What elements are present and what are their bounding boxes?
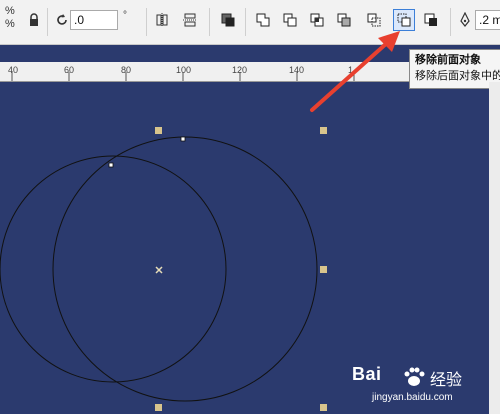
boundary-icon[interactable] — [421, 10, 441, 30]
separator — [146, 8, 147, 36]
tooltip-title: 移除前面对象 — [415, 54, 481, 66]
node-markers[interactable] — [108, 136, 186, 168]
separator — [47, 8, 48, 36]
center-marker-icon — [155, 266, 163, 274]
trim-icon[interactable] — [280, 10, 300, 30]
watermark-url: jingyan.baidu.com — [372, 392, 453, 403]
paw-icon — [404, 367, 425, 386]
mirror-vertical-icon[interactable] — [180, 10, 200, 30]
ruler-label: 140 — [289, 65, 305, 75]
outline-pen-icon — [455, 10, 475, 30]
degree-label: ° — [123, 10, 127, 21]
watermark-brand: Bai — [352, 364, 382, 384]
front-circle[interactable] — [52, 136, 318, 402]
separator — [245, 8, 246, 36]
weld-icon[interactable] — [253, 10, 273, 30]
tooltip-description: 移除后面对象中的 — [415, 70, 500, 82]
separator — [450, 8, 451, 36]
lock-ratio-icon[interactable] — [24, 10, 44, 30]
intersect-icon[interactable] — [307, 10, 327, 30]
combine-icon[interactable] — [218, 10, 238, 30]
back-circle[interactable] — [0, 155, 227, 383]
ruler-label: 100 — [176, 65, 192, 75]
ruler-label: 1 — [348, 65, 354, 75]
outline-width-input[interactable] — [475, 10, 500, 30]
ruler-label: 120 — [232, 65, 248, 75]
rotate-icon — [52, 10, 72, 30]
property-bar: % % ° — [0, 0, 500, 45]
back-minus-front-icon[interactable] — [393, 9, 415, 31]
front-minus-back-icon[interactable] — [364, 10, 384, 30]
rotation-angle-input[interactable] — [70, 10, 118, 30]
ruler-label: 60 — [64, 65, 75, 75]
simplify-icon[interactable] — [334, 10, 354, 30]
ruler-label: 80 — [121, 65, 132, 75]
mirror-horizontal-icon[interactable] — [152, 10, 172, 30]
baidu-watermark: Bai 经验 jingyan.baidu.com — [352, 364, 500, 414]
selection-handles[interactable] — [155, 127, 327, 411]
separator — [209, 8, 210, 36]
watermark-cn: 经验 — [430, 372, 463, 389]
tooltip: 移除前面对象 移除后面对象中的 — [409, 49, 500, 89]
scale-percent-label: % % — [5, 5, 15, 30]
ruler-label: 40 — [8, 65, 19, 75]
